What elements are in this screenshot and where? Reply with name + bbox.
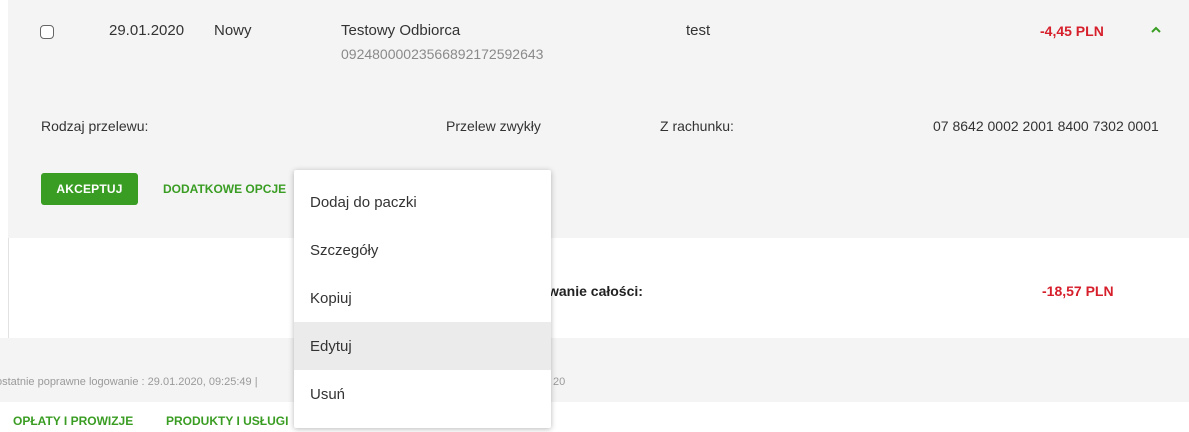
transaction-select-checkbox[interactable] [40, 25, 54, 39]
transaction-title: test [686, 22, 711, 39]
footer-date-partial: 20 [553, 376, 566, 388]
transaction-status: Nowy [214, 22, 252, 39]
from-account-label: Z rachunku: [660, 118, 734, 134]
menu-item-copy[interactable]: Kopiuj [294, 274, 551, 322]
transfer-type-value: Przelew zwykły [446, 118, 541, 134]
menu-item-delete[interactable]: Usuń [294, 370, 551, 418]
total-label: wanie całości: [548, 283, 643, 299]
total-amount: -18,57 PLN [1042, 283, 1114, 299]
transaction-date: 29.01.2020 [109, 22, 185, 39]
products-link[interactable]: PRODUKTY I USŁUGI [166, 414, 288, 428]
from-account-value: 07 8642 0002 2001 8400 7302 0001 [933, 118, 1159, 134]
last-login-info: ostatnie poprawne logowanie : 29.01.2020… [0, 376, 258, 388]
recipient-account: 09248000023566892172592643 [341, 46, 544, 62]
menu-item-add-to-batch[interactable]: Dodaj do paczki [294, 178, 551, 226]
footer-info-bar [0, 338, 1189, 402]
transaction-amount: -4,45 PLN [1040, 23, 1104, 39]
menu-item-details[interactable]: Szczegóły [294, 226, 551, 274]
fees-link[interactable]: OPŁATY I PROWIZJE [13, 414, 133, 428]
collapse-chevron-up-icon[interactable] [1151, 26, 1161, 35]
transfer-type-label: Rodzaj przelewu: [41, 118, 149, 134]
more-options-dropdown: Dodaj do paczki Szczegóły Kopiuj Edytuj … [294, 170, 551, 428]
accept-button[interactable]: AKCEPTUJ [41, 173, 138, 205]
more-options-button[interactable]: DODATKOWE OPCJE [163, 182, 286, 196]
menu-item-edit[interactable]: Edytuj [294, 322, 551, 370]
recipient-name: Testowy Odbiorca [341, 22, 461, 39]
